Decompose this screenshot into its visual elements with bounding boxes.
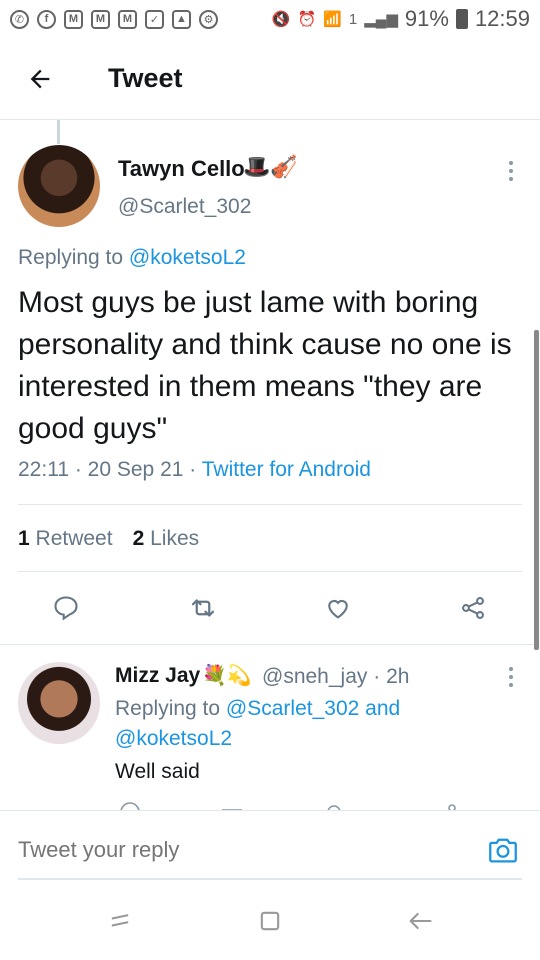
author-handle[interactable]: @Scarlet_302 [118, 195, 251, 219]
back-arrow-icon [30, 69, 50, 88]
retweet-button[interactable] [185, 590, 221, 626]
android-nav-bar [0, 882, 540, 960]
signal-icon: ▂▄▆ [364, 11, 398, 28]
battery-percent: 91% [404, 6, 449, 31]
camera-icon [489, 838, 517, 863]
replying-to-link[interactable]: @koketsoL2 [129, 246, 246, 269]
composer-underline [18, 878, 522, 880]
like-button[interactable] [320, 590, 356, 626]
retweet-label: Retweet [35, 527, 113, 550]
retweets-stat[interactable]: 1 Retweet [18, 527, 113, 551]
author-name[interactable]: Tawyn Cello [118, 156, 245, 182]
reply-replying-label: Replying to [115, 697, 226, 720]
reply-button[interactable] [48, 590, 84, 626]
camera-button[interactable] [486, 833, 520, 867]
reply-replying-to: Replying to @Scarlet_302 and @koketsoL2 [115, 694, 515, 754]
gmail-icon: M [64, 9, 83, 29]
author-avatar[interactable] [18, 145, 100, 227]
reply-age: 2h [386, 665, 410, 688]
system-icons: 🔇 ⏰ 📶 1 ▂▄▆ 91% 12:59 [272, 6, 530, 32]
sim-badge: 1 [348, 10, 358, 28]
scrollbar[interactable] [534, 330, 539, 650]
system-back-icon [409, 912, 432, 930]
alarm-icon: ⏰ [297, 11, 317, 28]
reply-text: Well said [115, 760, 200, 783]
mute-icon: 🔇 [271, 11, 291, 28]
tweet-meta: 22:11 · 20 Sep 21 · Twitter for Android [18, 458, 371, 482]
reply-input[interactable] [18, 837, 458, 863]
clock: 12:59 [474, 6, 530, 31]
heart-icon [328, 599, 348, 619]
home-icon [260, 911, 280, 931]
tweet-stats: 1 Retweet 2 Likes [18, 527, 199, 551]
notification-icons: ✆ f M M M ✓ ▲ ⚙ [10, 9, 218, 29]
top-app-bar: Tweet [0, 38, 540, 120]
tweet-date: 20 Sep 21 [87, 458, 184, 481]
whatsapp-icon: ✆ [10, 9, 29, 29]
wifi-icon: 📶 [323, 11, 342, 28]
divider [18, 504, 522, 505]
thread-connector [57, 120, 60, 144]
facebook-icon: f [37, 9, 56, 29]
tweet-actions [0, 590, 540, 630]
reply-action-icons-cut [120, 802, 456, 810]
reply-icon [54, 596, 78, 621]
status-bar: ✆ f M M M ✓ ▲ ⚙ 🔇 ⏰ 📶 1 ▂▄▆ 91% 12:59 [0, 0, 540, 38]
reply-handle: @sneh_jay [262, 665, 368, 688]
share-button[interactable] [455, 590, 491, 626]
gallery-icon: ▲ [172, 9, 191, 29]
divider [0, 644, 540, 645]
retweet-icon [191, 599, 215, 617]
battery-icon [455, 9, 468, 29]
back-button[interactable] [10, 49, 70, 109]
replying-to-label: Replying to [18, 246, 129, 269]
home-button[interactable] [250, 904, 290, 938]
meta-separator: · [74, 458, 88, 481]
reply-author-avatar[interactable] [18, 662, 100, 744]
meta-separator-2: · [189, 458, 202, 481]
likes-count: 2 [132, 527, 145, 550]
reply-more-button[interactable] [500, 664, 522, 690]
checkbox-icon: ✓ [145, 9, 164, 29]
tweet-source[interactable]: Twitter for Android [202, 458, 371, 481]
reply-and-word: and [359, 697, 401, 720]
likes-label: Likes [150, 527, 200, 550]
gmail-icon-3: M [118, 9, 137, 29]
recents-button[interactable] [100, 904, 140, 938]
reply-composer [0, 810, 540, 882]
recents-icon [111, 914, 129, 927]
page-title: Tweet [108, 63, 183, 93]
reply-author-emoji: 💐💫 [202, 665, 252, 687]
author-name-emoji: 🎩🎻 [243, 154, 298, 179]
share-icon [462, 597, 484, 619]
tweet-time: 22:11 [18, 458, 69, 481]
reply-author-name[interactable]: Mizz Jay [115, 664, 200, 688]
reply-replying-link-2[interactable]: @koketsoL2 [115, 727, 232, 750]
reply-replying-link-1[interactable]: @Scarlet_302 [226, 697, 359, 720]
settings-icon: ⚙ [199, 9, 218, 29]
system-back-button[interactable] [400, 904, 440, 938]
replying-to: Replying to @koketsoL2 [18, 246, 246, 270]
tweet-text: Most guys be just lame with boring perso… [18, 286, 512, 445]
reply-actions-partial [0, 800, 540, 810]
gmail-icon-2: M [91, 9, 110, 29]
tweet-more-button[interactable] [500, 158, 522, 184]
divider [18, 571, 522, 572]
likes-stat[interactable]: 2 Likes [133, 527, 200, 551]
reply-handle-line[interactable]: @sneh_jay · 2h [262, 665, 409, 689]
retweet-count: 1 [18, 527, 30, 550]
